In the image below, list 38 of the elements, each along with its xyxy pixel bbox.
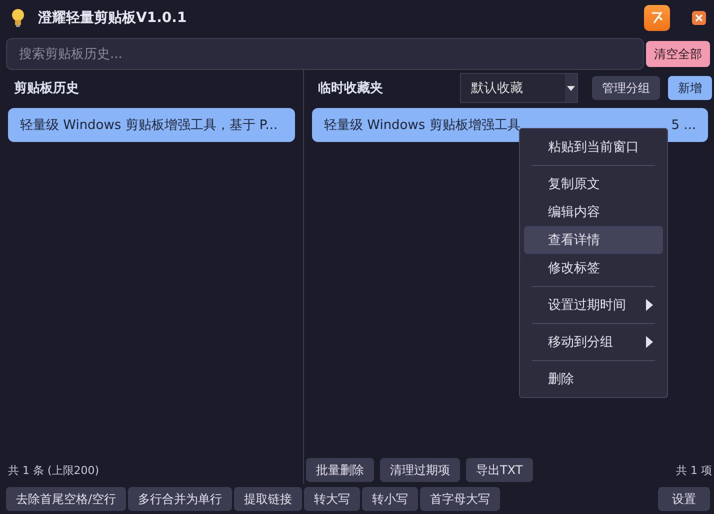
caret-icon <box>565 74 577 102</box>
menu-item[interactable]: 移动到分组 <box>524 328 663 356</box>
panel-title: 临时收藏夹 <box>317 80 384 97</box>
manage-groups-button[interactable]: 管理分组 <box>592 76 660 100</box>
pin-button[interactable] <box>644 5 670 31</box>
lightbulb-icon <box>10 8 26 28</box>
menu-item[interactable]: 修改标签 <box>524 254 663 282</box>
history-item[interactable]: 轻量级 Windows 剪贴板增强工具，基于 P... <box>8 108 295 142</box>
item-text: 5 ... <box>671 118 696 132</box>
group-dropdown[interactable]: 默认收藏 <box>460 73 578 103</box>
add-button[interactable]: 新增 <box>668 76 712 100</box>
tool-button[interactable]: 多行合并为单行 <box>128 487 232 511</box>
window-title: 澄耀轻量剪贴板V1.0.1 <box>38 9 188 27</box>
tool-button[interactable]: 提取链接 <box>234 487 302 511</box>
item-count: 共 1 条 (上限200) <box>8 462 100 478</box>
item-text: 轻量级 Windows 剪贴板增强工具 <box>324 117 520 134</box>
submenu-arrow-icon <box>646 299 653 311</box>
panel-title: 剪贴板历史 <box>13 80 80 97</box>
menu-item[interactable]: 设置过期时间 <box>524 291 663 319</box>
clear-all-button[interactable]: 清空全部 <box>646 41 710 67</box>
close-button[interactable] <box>692 11 706 25</box>
menu-item[interactable]: 查看详情 <box>524 226 663 254</box>
tool-button[interactable]: 首字母大写 <box>420 487 500 511</box>
action-button[interactable]: 导出TXT <box>466 458 533 482</box>
tool-button[interactable]: 转小写 <box>362 487 418 511</box>
pen-icon <box>649 10 665 26</box>
tool-button[interactable]: 转大写 <box>304 487 360 511</box>
item-count: 共 1 项 <box>676 462 712 478</box>
menu-item[interactable]: 复制原文 <box>524 170 663 198</box>
submenu-arrow-icon <box>646 336 653 348</box>
search-field[interactable]: 搜索剪贴板历史... <box>6 38 644 70</box>
action-button[interactable]: 批量删除 <box>306 458 374 482</box>
tool-button[interactable]: 去除首尾空格/空行 <box>6 487 126 511</box>
settings-button[interactable]: 设置 <box>658 487 710 511</box>
menu-item[interactable]: 编辑内容 <box>524 198 663 226</box>
action-button[interactable]: 清理过期项 <box>380 458 460 482</box>
close-icon <box>695 14 703 22</box>
menu-item[interactable]: 删除 <box>524 365 663 393</box>
